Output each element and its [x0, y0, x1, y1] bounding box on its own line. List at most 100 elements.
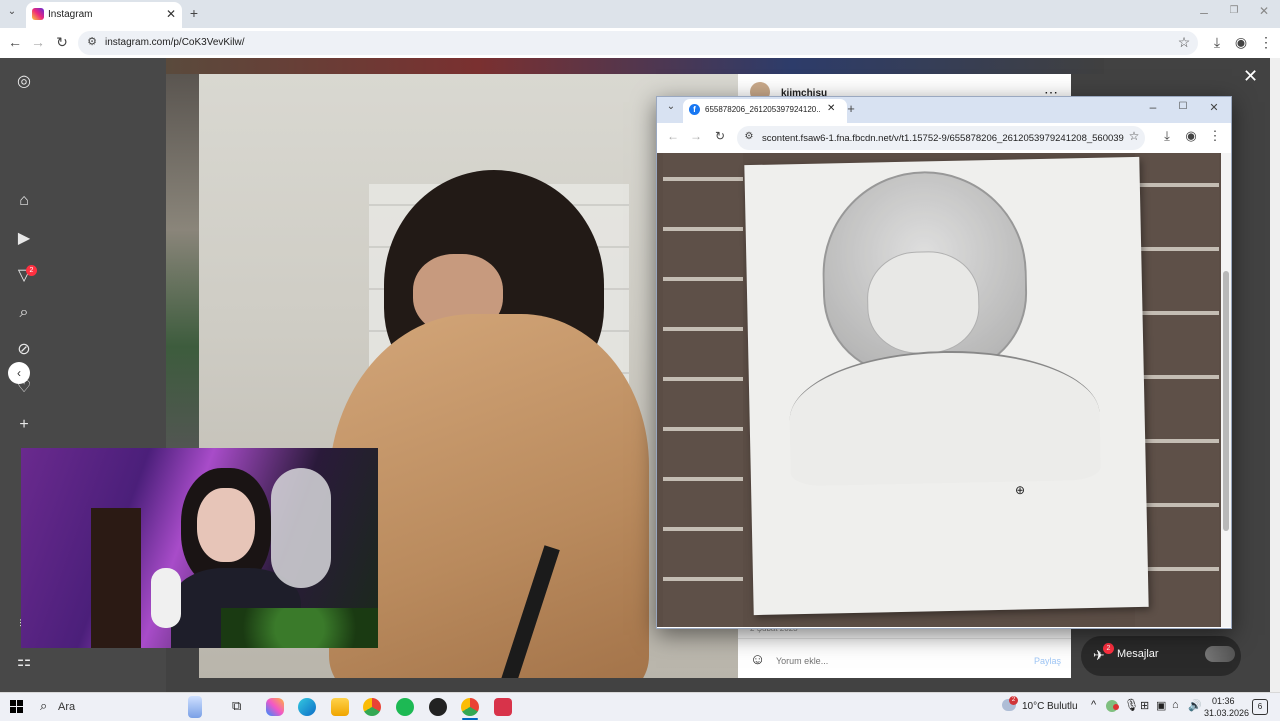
home-icon[interactable]: ⌂ — [14, 191, 34, 211]
create-plus-icon[interactable]: + — [14, 415, 34, 435]
webcam-shelf — [91, 508, 141, 648]
tray-icon-3[interactable]: ⊞ — [1140, 699, 1149, 712]
tab-close-icon[interactable]: ✕ — [166, 7, 176, 21]
webcam-microphone — [151, 568, 181, 628]
window-minimize-icon[interactable]: – — [1196, 4, 1212, 20]
threads-apps-icon[interactable]: ⚏ — [14, 652, 34, 672]
weather-temp[interactable]: 10°C — [1022, 701, 1044, 712]
notification-center-icon[interactable]: 6 — [1252, 699, 1268, 715]
instagram-favicon-icon — [32, 8, 44, 20]
chrome-icon[interactable] — [363, 698, 381, 716]
app-red-icon[interactable] — [494, 698, 512, 716]
popup-close-icon[interactable]: ✕ — [1206, 101, 1222, 114]
download-icon[interactable]: ⤓ — [1209, 34, 1225, 51]
popup-back-icon[interactable]: ← — [665, 129, 681, 143]
file-explorer-icon[interactable] — [331, 698, 349, 716]
taskbar-search-icon[interactable]: ⌕ — [40, 698, 47, 714]
window-close-icon[interactable]: ✕ — [1256, 4, 1272, 18]
webcam-plants — [221, 608, 378, 648]
bookmark-star-icon[interactable]: ☆ — [1176, 34, 1192, 51]
profile-icon[interactable]: ◉ — [1233, 34, 1249, 51]
spotify-icon[interactable] — [396, 698, 414, 716]
chrome-active-icon[interactable] — [461, 698, 479, 716]
new-tab-plus-icon[interactable]: + — [186, 5, 202, 21]
tray-record-icon[interactable] — [1113, 704, 1119, 710]
webcam-person-face — [197, 488, 255, 562]
window-restore-icon[interactable]: ❐ — [1226, 5, 1242, 16]
popup-bookmark-icon[interactable]: ☆ — [1126, 129, 1142, 143]
popup-download-icon[interactable]: ⤓ — [1159, 128, 1175, 144]
back-arrow-icon[interactable]: ← — [7, 34, 23, 50]
popup-toolbar: ← → ↻ ⚙ scontent.fsaw6-1.fna.fbcdn.net/v… — [657, 123, 1231, 153]
zoom-cursor-icon: ⊕ — [1015, 483, 1026, 497]
popup-scrollbar[interactable] — [1221, 153, 1231, 627]
right-scrollbar[interactable] — [1270, 58, 1280, 692]
popup-new-tab-icon[interactable]: + — [843, 101, 859, 116]
explore-icon[interactable]: ⊘ — [14, 340, 34, 360]
edge-icon[interactable] — [298, 698, 316, 716]
comment-input[interactable]: Yorum ekle... — [776, 656, 828, 666]
microphone-icon[interactable]: 🎙 — [1124, 698, 1139, 712]
emoji-icon[interactable]: ☺ — [750, 651, 765, 668]
popup-tab[interactable]: f 655878206_261205397924120... ✕ — [683, 99, 847, 123]
popup-profile-icon[interactable]: ◉ — [1183, 128, 1199, 144]
tab-title: Instagram — [48, 9, 93, 20]
menu-kebab-icon[interactable]: ⋮ — [1258, 34, 1274, 51]
popup-tab-strip: ⌄ f 655878206_261205397924120... ✕ + – ☐… — [657, 97, 1231, 123]
popup-url: scontent.fsaw6-1.fna.fbcdn.net/v/t1.1575… — [762, 133, 1124, 144]
reload-icon[interactable]: ↻ — [54, 34, 70, 51]
popup-forward-icon[interactable]: → — [688, 129, 704, 143]
weather-badge: 2 — [1009, 696, 1018, 705]
popup-scroll-thumb[interactable] — [1223, 271, 1229, 531]
tray-icon-4[interactable]: ▣ — [1156, 699, 1166, 712]
popup-browser-window: ⌄ f 655878206_261205397924120... ✕ + – ☐… — [656, 96, 1232, 629]
tray-chevron-icon[interactable]: ^ — [1091, 699, 1096, 711]
start-windows-icon[interactable] — [10, 700, 23, 713]
background-photo-left — [166, 74, 200, 464]
messages-avatars — [1205, 646, 1235, 662]
drawing-face — [866, 250, 981, 355]
popup-site-info-icon[interactable]: ⚙ — [741, 131, 757, 142]
task-view-icon[interactable]: ⧉ — [232, 698, 241, 714]
tab-search-chevron-icon[interactable]: ⌄ — [4, 6, 20, 17]
address-bar[interactable]: ⚙ instagram.com/p/CoK3VevKilw/ ☆ — [78, 31, 1198, 55]
weather-desc[interactable]: Bulutlu — [1047, 701, 1078, 712]
popup-maximize-icon[interactable]: ☐ — [1175, 101, 1191, 112]
webcam-overlay — [21, 448, 378, 648]
reels-icon[interactable]: ▶ — [14, 229, 34, 249]
comment-divider — [738, 638, 1071, 639]
taskbar: ⌕ Ara ⧉ 2 10°C Bulutlu ^ 🎙 ⊞ ▣ ⌂ 🔊 01:36… — [0, 692, 1280, 721]
tab-strip: ⌄ Instagram ✕ + – ❐ ✕ — [0, 0, 1280, 28]
background-photos — [166, 58, 1104, 74]
popup-address-bar[interactable]: ⚙ scontent.fsaw6-1.fna.fbcdn.net/v/t1.15… — [737, 126, 1145, 150]
share-comment-button[interactable]: Paylaş — [1034, 656, 1061, 666]
webcam-blanket — [271, 468, 331, 588]
popup-tab-title: 655878206_261205397924120... — [705, 105, 821, 114]
clock-time[interactable]: 01:36 — [1212, 696, 1235, 706]
volume-icon[interactable]: 🔊 — [1188, 699, 1202, 712]
search-highlight-icon — [188, 696, 202, 718]
site-info-icon[interactable]: ⚙ — [84, 35, 100, 48]
popup-tab-search-icon[interactable]: ⌄ — [663, 101, 679, 112]
copilot-icon[interactable] — [266, 698, 284, 716]
instagram-logo-icon[interactable]: ◎ — [14, 72, 34, 92]
facebook-favicon-icon: f — [689, 104, 700, 115]
obs-icon[interactable] — [429, 698, 447, 716]
network-icon[interactable]: ⌂ — [1172, 699, 1179, 711]
close-post-icon[interactable]: ✕ — [1243, 66, 1258, 87]
popup-minimize-icon[interactable]: – — [1145, 100, 1161, 114]
forward-arrow-icon[interactable]: → — [30, 34, 46, 50]
popup-reload-icon[interactable]: ↻ — [712, 129, 728, 143]
popup-menu-icon[interactable]: ⋮ — [1207, 128, 1223, 144]
taskbar-search-box[interactable]: Ara — [58, 701, 75, 713]
carousel-prev-button[interactable]: ‹ — [8, 362, 30, 384]
drawing-jacket — [788, 347, 1101, 487]
tab-instagram[interactable]: Instagram ✕ — [26, 2, 182, 28]
messages-button[interactable]: ✈ 2 Mesajlar — [1081, 636, 1241, 676]
popup-tab-close-icon[interactable]: ✕ — [827, 103, 835, 114]
fabric-pattern-left — [663, 153, 743, 627]
address-toolbar: ← → ↻ ⚙ instagram.com/p/CoK3VevKilw/ ☆ ⤓… — [0, 28, 1280, 59]
popup-image-view: ⊕ — [657, 153, 1231, 627]
search-icon[interactable]: ⌕ — [14, 303, 34, 323]
clock-date[interactable]: 31.03.2026 — [1204, 708, 1249, 718]
